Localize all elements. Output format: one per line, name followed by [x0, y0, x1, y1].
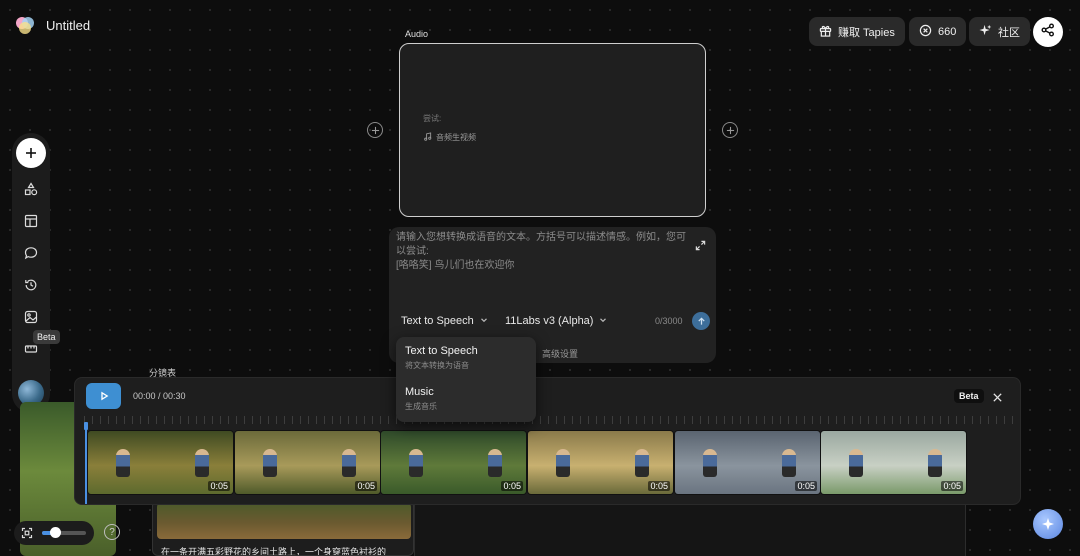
fit-screen-icon[interactable]	[21, 526, 33, 544]
community-button[interactable]: 社区	[969, 17, 1030, 46]
close-icon[interactable]	[992, 390, 1003, 408]
coin-icon	[919, 24, 932, 40]
clip-duration: 0:05	[501, 481, 523, 491]
earn-tapies-label: 赚取 Tapies	[838, 26, 895, 39]
chevron-down-icon	[480, 315, 488, 327]
chat-icon[interactable]	[20, 242, 42, 264]
clip-subject	[194, 449, 209, 477]
credits-count: 660	[938, 25, 957, 38]
document-title[interactable]: Untitled	[46, 18, 90, 33]
plus-icon	[371, 126, 379, 134]
storyboard-card-text: 在一条开满五彩野花的乡间土路上，一个身穿蓝色衬衫的	[161, 547, 387, 556]
try-item-label: 音频生视频	[436, 133, 476, 142]
credits-button[interactable]: 660	[909, 17, 967, 46]
mode-select[interactable]: Text to Speech	[401, 315, 488, 327]
timecode: 00:00 / 00:30	[133, 391, 186, 401]
image-edit-icon[interactable]	[20, 306, 42, 328]
dropdown-option-text-to-speech[interactable]: Text to Speech 将文本转换为语音	[405, 345, 478, 371]
clip-frame	[821, 431, 894, 494]
play-icon	[100, 391, 108, 401]
clip-subject	[556, 449, 570, 477]
try-label: 尝试:	[423, 114, 442, 123]
clip-subject	[781, 449, 796, 477]
plus-icon	[26, 148, 36, 158]
sparkle-icon	[1042, 518, 1054, 530]
option-subtitle: 将文本转换为语音	[405, 361, 469, 370]
community-label: 社区	[998, 26, 1020, 39]
playhead-line	[85, 428, 87, 504]
prompt-input[interactable]: 请输入您想转换成语音的文本。方括号可以描述情感。例如，您可以尝试: [咯咯笑] …	[396, 231, 686, 273]
send-button[interactable]	[692, 312, 710, 330]
timeline-clip[interactable]: 0:05	[820, 430, 967, 495]
expand-icon[interactable]	[695, 238, 706, 256]
left-toolbar	[12, 133, 50, 413]
storyboard-panel	[414, 500, 966, 556]
model-select[interactable]: 11Labs v3 (Alpha)	[505, 315, 607, 327]
clip-frame	[528, 431, 601, 494]
earn-tapies-button[interactable]: 赚取 Tapies	[809, 17, 905, 46]
shapes-icon[interactable]	[20, 178, 42, 200]
mode-select-label: Text to Speech	[401, 315, 474, 327]
audio-node-card[interactable]	[399, 43, 706, 217]
mode-dropdown: Text to Speech 将文本转换为语音 Music 生成音乐	[396, 337, 536, 422]
timeline-clip[interactable]: 0:05	[674, 430, 821, 495]
clip-frame	[235, 431, 308, 494]
timeline-clip[interactable]: 0:05	[87, 430, 234, 495]
timeline-clip[interactable]: 0:05	[527, 430, 674, 495]
history-icon[interactable]	[20, 274, 42, 296]
arrow-up-icon	[697, 316, 705, 325]
clip-frame	[381, 431, 454, 494]
sparkle-icon	[979, 24, 992, 40]
clip-subject	[487, 449, 502, 477]
share-icon	[1041, 23, 1055, 42]
audio-node-label: Audio	[405, 29, 429, 39]
play-button[interactable]	[86, 383, 121, 409]
add-left-node-button[interactable]	[367, 122, 383, 138]
zoom-slider-knob[interactable]	[49, 527, 61, 538]
clip-duration: 0:05	[795, 481, 817, 491]
clip-subject	[263, 449, 277, 477]
clip-subject	[116, 449, 130, 477]
question-icon: ?	[109, 526, 115, 538]
dropdown-option-music[interactable]: Music 生成音乐	[405, 386, 437, 412]
clip-duration: 0:05	[208, 481, 230, 491]
timeline-ruler[interactable]	[84, 416, 1014, 424]
plus-icon	[726, 126, 734, 134]
model-select-label: 11Labs v3 (Alpha)	[505, 315, 594, 327]
clip-duration: 0:05	[648, 481, 670, 491]
help-button[interactable]: ?	[104, 524, 120, 540]
timeline-clip[interactable]: 0:05	[380, 430, 527, 495]
share-button[interactable]	[1033, 17, 1063, 47]
storyboard-card[interactable]: 在一条开满五彩野花的乡间土路上，一个身穿蓝色衬衫的	[152, 500, 414, 556]
advanced-settings-link[interactable]: 高级设置	[542, 347, 578, 360]
gift-icon	[819, 24, 832, 40]
storyboard-card-image	[157, 503, 411, 539]
clip-subject	[703, 449, 717, 477]
clip-subject	[341, 449, 356, 477]
clip-subject	[849, 449, 863, 477]
add-right-node-button[interactable]	[722, 122, 738, 138]
clip-subject	[634, 449, 649, 477]
music-note-icon	[423, 132, 432, 143]
chevron-down-icon	[599, 315, 607, 327]
clip-duration: 0:05	[355, 481, 377, 491]
clip-frame	[675, 431, 748, 494]
clip-subject	[409, 449, 423, 477]
clip-subject	[927, 449, 942, 477]
beta-badge: Beta	[954, 389, 984, 403]
option-title: Text to Speech	[405, 345, 478, 357]
beta-tooltip: Beta	[33, 330, 60, 344]
layout-icon[interactable]	[20, 210, 42, 232]
clip-duration: 0:05	[941, 481, 963, 491]
char-count: 0/3000	[655, 316, 683, 326]
ai-assistant-button[interactable]	[1033, 509, 1063, 539]
timeline-clip[interactable]: 0:05	[234, 430, 381, 495]
clip-frame	[88, 431, 161, 494]
add-node-button[interactable]	[16, 138, 46, 168]
option-title: Music	[405, 386, 434, 398]
app-logo[interactable]	[14, 14, 36, 36]
try-audio-to-video[interactable]: 音频生视频	[423, 132, 476, 143]
option-subtitle: 生成音乐	[405, 402, 437, 411]
